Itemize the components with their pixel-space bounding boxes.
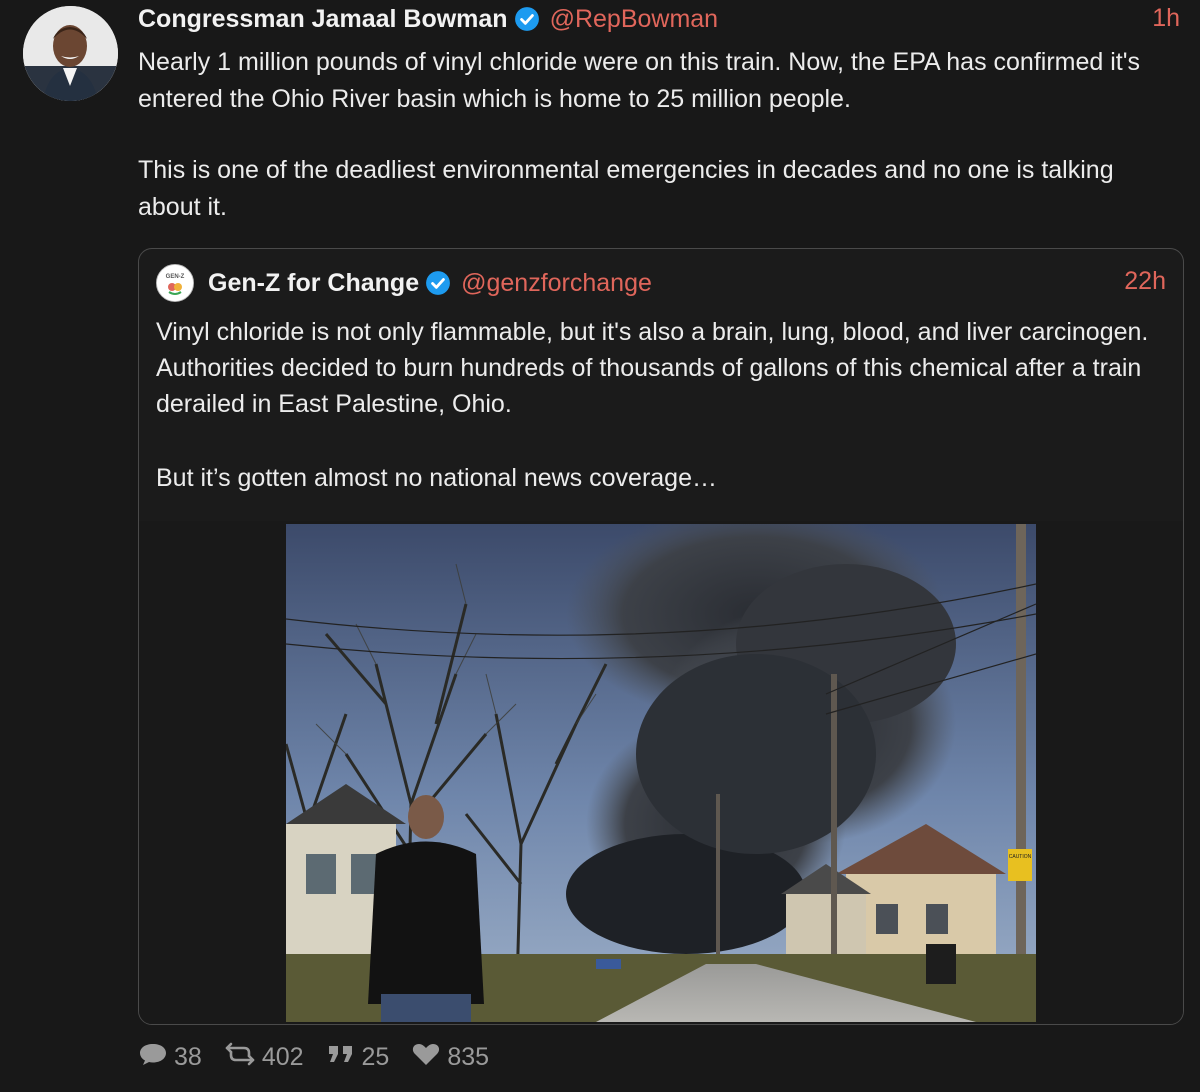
quoted-tweet[interactable]: GEN-Z Gen-Z for Change @genzforchange 22… [138,248,1184,1025]
retweet-count: 402 [261,1042,304,1071]
reply-icon [138,1041,174,1074]
tweet-header: Congressman Jamaal Bowman @RepBowman 1h [138,4,1184,34]
quote-tweets-button[interactable]: 25 [326,1041,390,1074]
quoted-author-avatar[interactable]: GEN-Z [156,264,194,302]
quoted-tweet-text: Vinyl chloride is not only flammable, bu… [156,314,1166,534]
quote-count: 25 [361,1042,390,1071]
author-handle[interactable]: @RepBowman [550,5,719,34]
like-count: 835 [447,1042,490,1071]
quoted-avatar-logo-text: GEN-Z [166,274,185,280]
tweet-text: Nearly 1 million pounds of vinyl chlorid… [138,44,1178,260]
verified-badge-icon [425,270,451,296]
media-container: CAUTION [139,521,1183,1024]
quoted-tweet-timestamp[interactable]: 22h [1124,267,1166,296]
tweet-actions: 38 402 25 835 [138,1040,511,1074]
like-button[interactable]: 835 [411,1041,489,1074]
quoted-author-name[interactable]: Gen-Z for Change [208,269,419,298]
author-avatar[interactable] [23,6,118,101]
retweet-button[interactable]: 402 [224,1041,304,1074]
reply-button[interactable]: 38 [138,1041,202,1074]
quoted-tweet-paragraph: But it’s gotten almost no national news … [156,464,717,492]
heart-icon [411,1041,447,1074]
quote-icon [326,1041,362,1074]
verified-badge-icon [514,6,540,32]
tweet-paragraph: Nearly 1 million pounds of vinyl chlorid… [138,48,1141,113]
caution-sign-text: CAUTION [1009,854,1032,860]
quoted-tweet-header: GEN-Z Gen-Z for Change @genzforchange 22… [156,264,1166,302]
reply-count: 38 [174,1042,202,1071]
quoted-author-handle[interactable]: @genzforchange [461,269,652,298]
smoke-plume-photo[interactable]: CAUTION [286,524,1036,1022]
retweet-icon [224,1041,262,1074]
tweet-paragraph: This is one of the deadliest environment… [138,156,1114,221]
author-name[interactable]: Congressman Jamaal Bowman [138,5,508,34]
quoted-tweet-paragraph: Vinyl chloride is not only flammable, bu… [156,318,1149,418]
tweet-timestamp[interactable]: 1h [1152,4,1180,33]
